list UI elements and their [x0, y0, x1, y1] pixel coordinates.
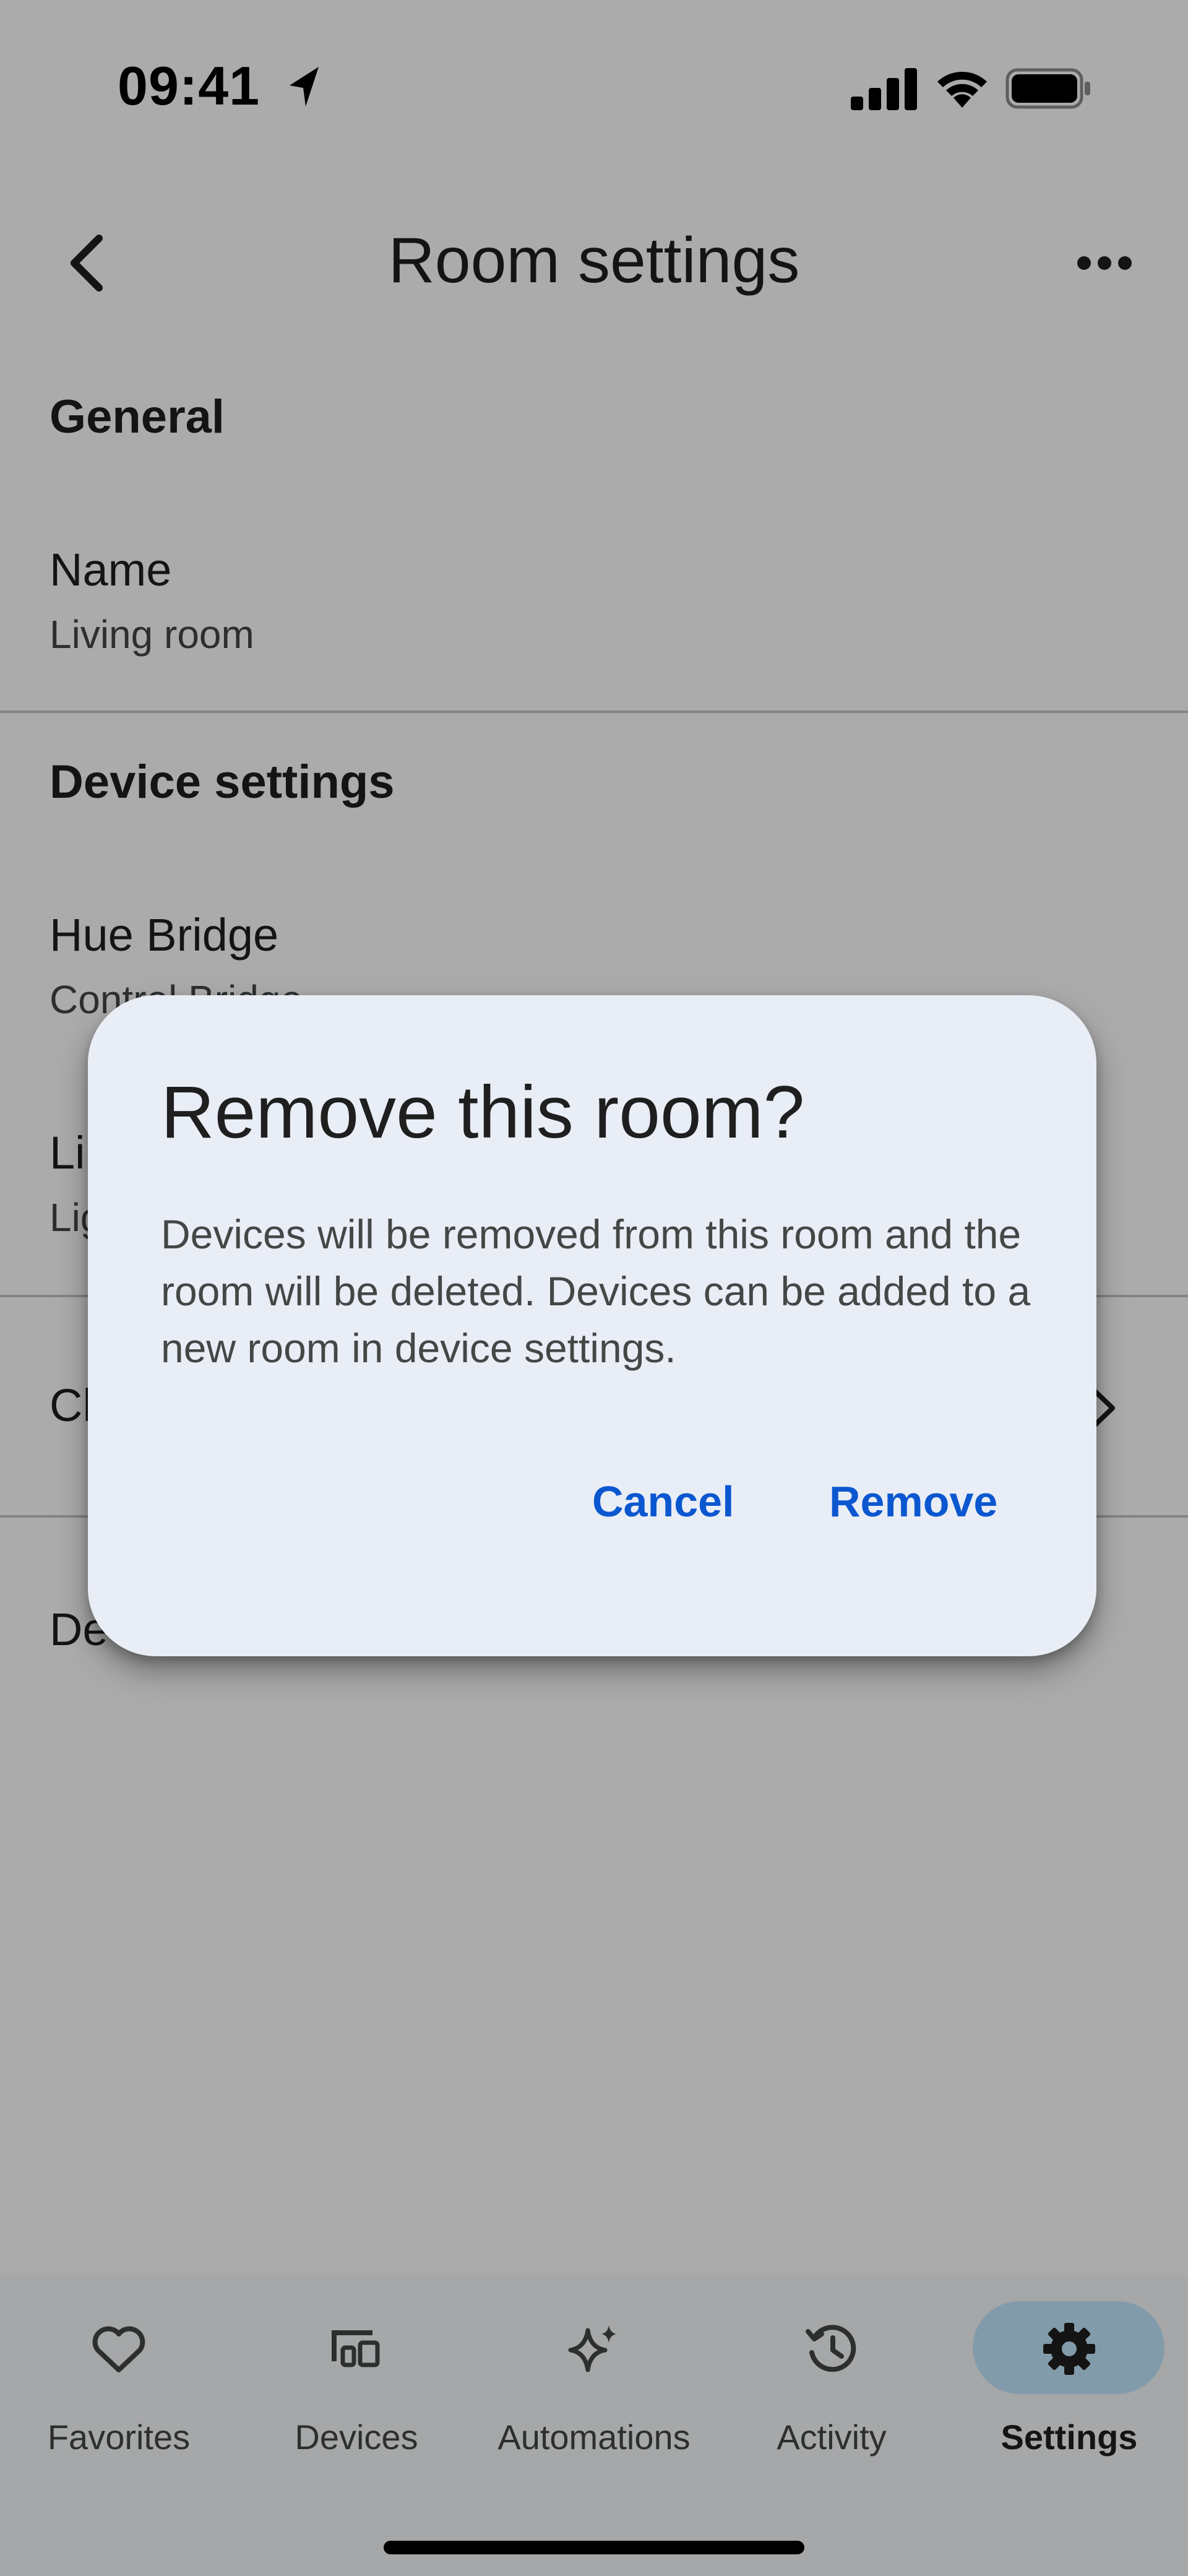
dialog-title: Remove this room? — [161, 1071, 805, 1154]
cancel-button[interactable]: Cancel — [592, 1477, 734, 1526]
remove-room-dialog: Remove this room? Devices will be remove… — [88, 995, 1096, 1656]
dialog-body: Devices will be removed from this room a… — [161, 1211, 1031, 1371]
remove-button[interactable]: Remove — [829, 1477, 997, 1526]
